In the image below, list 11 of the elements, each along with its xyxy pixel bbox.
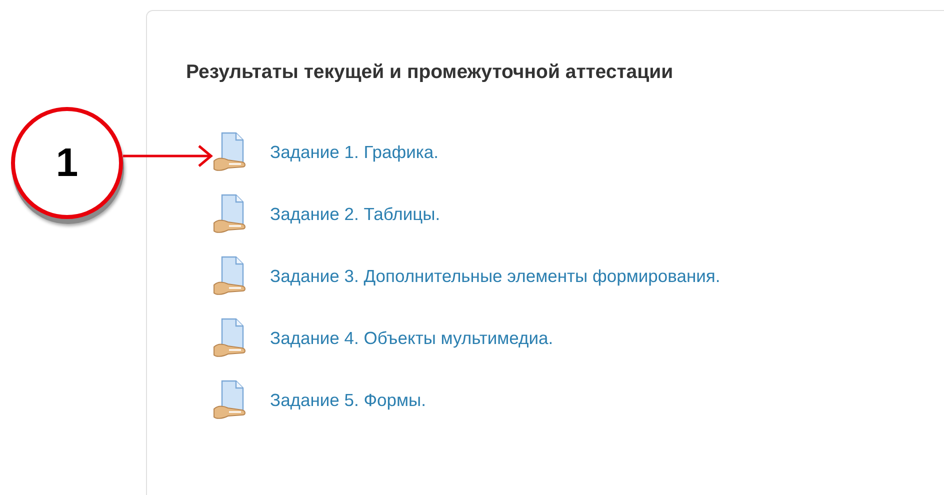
assignment-icon — [212, 131, 248, 173]
assignment-icon — [212, 379, 248, 421]
section-heading: Результаты текущей и промежуточной аттестации — [186, 60, 674, 85]
activity-link[interactable]: Задание 1. Графика. — [270, 142, 439, 162]
assignment-icon — [212, 255, 248, 297]
activity-link[interactable]: Задание 5. Формы. — [270, 390, 426, 410]
activity-link[interactable]: Задание 3. Дополнительные элементы формирования. — [270, 266, 720, 286]
assignment-icon — [212, 193, 248, 235]
activity-link[interactable]: Задание 2. Таблицы. — [270, 204, 440, 224]
assignment-icon — [212, 317, 248, 359]
activity-link[interactable]: Задание 4. Объекты мультимедиа. — [270, 328, 554, 348]
